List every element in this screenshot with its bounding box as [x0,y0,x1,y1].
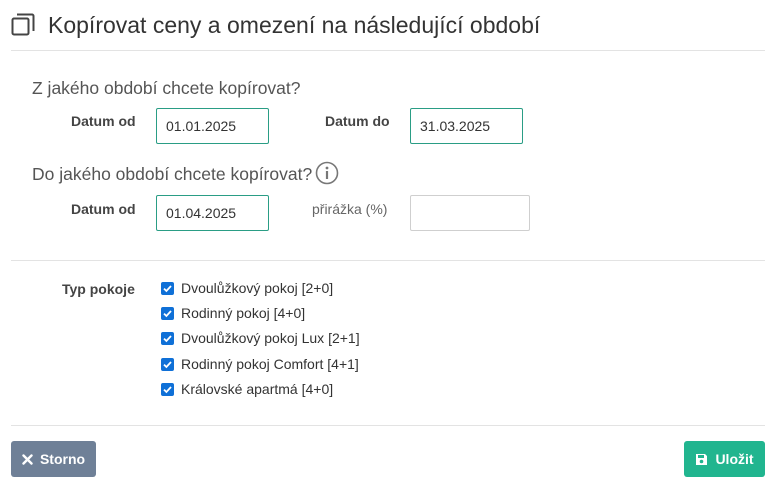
room-type-item[interactable]: Rodinný pokoj [4+0] [161,304,305,322]
source-date-to-label: Datum do [325,113,390,129]
source-date-to-input[interactable]: 31.03.2025 [410,108,523,144]
room-type-item[interactable]: Královské apartmá [4+0] [161,380,333,398]
source-date-from-input[interactable]: 01.01.2025 [156,108,269,144]
section-divider [11,260,765,261]
header-divider [11,50,765,51]
room-type-checkbox[interactable] [161,357,174,371]
room-type-item-label: Rodinný pokoj Comfort [4+1] [181,356,359,372]
dialog-title: Kopírovat ceny a omezení na následující … [48,12,541,38]
close-icon [22,453,33,465]
surcharge-input[interactable] [410,195,530,231]
info-icon[interactable] [315,161,339,185]
surcharge-label: přirážka (%) [312,201,388,217]
copy-icon [11,13,35,37]
save-icon [695,453,708,466]
room-type-checkbox[interactable] [161,331,174,345]
checkmark-icon [163,309,172,317]
footer-divider [11,425,765,426]
room-type-checkbox[interactable] [161,281,174,295]
room-type-item-label: Rodinný pokoj [4+0] [181,305,306,321]
room-type-item-label: Dvoulůžkový pokoj [2+0] [181,280,334,296]
dialog-header: Kopírovat ceny a omezení na následující … [0,0,775,50]
target-date-from-label: Datum od [71,201,136,217]
checkmark-icon [163,334,172,342]
room-type-checkbox[interactable] [161,382,174,396]
room-type-label: Typ pokoje [62,281,135,297]
room-type-item[interactable]: Dvoulůžkový pokoj Lux [2+1] [161,329,360,347]
room-type-item[interactable]: Rodinný pokoj Comfort [4+1] [161,355,359,373]
cancel-button-label: Storno [39,451,86,467]
checkmark-icon [163,284,172,292]
checkmark-icon [163,360,172,368]
cancel-button[interactable]: Storno [11,441,96,477]
room-type-item-label: Dvoulůžkový pokoj Lux [2+1] [181,330,360,346]
checkmark-icon [163,385,172,393]
save-button-label: Uložit [715,451,754,467]
save-button[interactable]: Uložit [684,441,765,477]
target-period-question: Do jakého období chcete kopírovat? [32,164,313,184]
source-period-question: Z jakého období chcete kopírovat? [32,78,301,98]
room-type-item-label: Královské apartmá [4+0] [181,381,334,397]
room-type-item[interactable]: Dvoulůžkový pokoj [2+0] [161,279,333,297]
source-date-from-label: Datum od [71,113,136,129]
target-date-from-input[interactable]: 01.04.2025 [156,195,269,231]
room-type-checkbox[interactable] [161,306,174,320]
